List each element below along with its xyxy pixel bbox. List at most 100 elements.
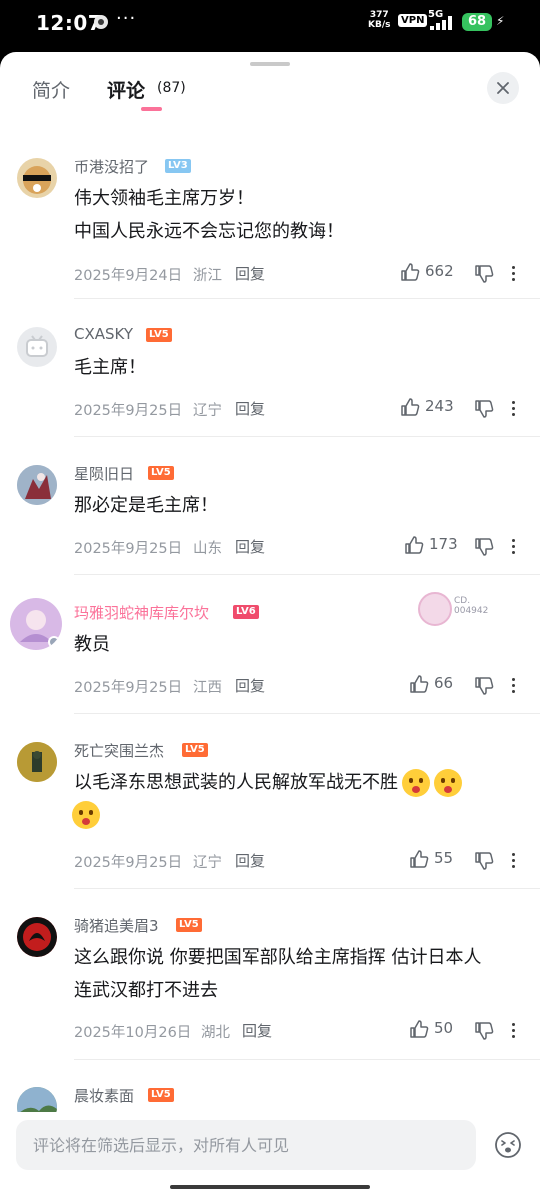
thumbs-down-icon (475, 677, 494, 695)
vpn-icon: VPN (398, 14, 428, 27)
comment-text-line: 以毛泽东思想武装的人民解放军战无不胜 (74, 766, 462, 799)
reply-button[interactable]: 回复 (235, 850, 265, 871)
more-button[interactable] (512, 539, 516, 557)
username[interactable]: 币港没招了 (74, 156, 149, 177)
status-time: 12:07 (36, 11, 103, 35)
comment-region: 江西 (193, 680, 222, 696)
thumbs-up-icon (405, 536, 424, 554)
shocked-emoji-icon (402, 769, 430, 797)
level-badge: LV5 (176, 918, 202, 932)
like-count: 50 (434, 1019, 454, 1037)
avatar[interactable] (17, 465, 57, 505)
reply-button[interactable]: 回复 (235, 675, 265, 696)
shocked-emoji-icon (72, 801, 100, 829)
fan-badge-text: CD. 004942 (454, 596, 489, 616)
comment-region: 湖北 (201, 1025, 230, 1041)
thumbs-down-icon (475, 265, 494, 283)
close-button[interactable] (487, 72, 519, 104)
tab-comments[interactable]: 评论 (107, 76, 145, 103)
comment-text-line: 这么跟你说 你要把国军部队给主席指挥 估计日本人 (74, 947, 482, 968)
thumbs-up-icon (401, 398, 420, 416)
comment-region: 浙江 (193, 268, 222, 284)
more-button[interactable] (512, 401, 516, 419)
reply-button[interactable]: 回复 (235, 398, 265, 419)
avatar[interactable] (17, 327, 57, 367)
username[interactable]: CXASKY (74, 325, 133, 343)
username[interactable]: 死亡突围兰杰 (74, 740, 164, 761)
emoji-button[interactable] (494, 1131, 522, 1159)
comment-region: 辽宁 (193, 403, 222, 419)
reply-button[interactable]: 回复 (235, 536, 265, 557)
comment-text-line: 伟大领袖毛主席万岁！ (74, 188, 254, 209)
like-count: 662 (425, 262, 454, 280)
comment-text-line (72, 798, 100, 831)
comment-text-line: 连武汉都打不进去 (74, 980, 218, 1001)
comment-text: 以毛泽东思想武装的人民解放军战无不胜 (74, 772, 398, 793)
home-indicator[interactable] (170, 1185, 370, 1189)
username[interactable]: 星陨旧日 (74, 463, 134, 484)
divider (74, 888, 540, 889)
comment-date: 2025年10月26日 (74, 1025, 192, 1041)
fan-badge-icon (418, 592, 452, 626)
dislike-button[interactable] (474, 264, 494, 288)
thumbs-down-icon (475, 852, 494, 870)
comments-sheet: 简介 评论 (87) 币港没招了 LV3 伟大领袖毛主席万岁！ 中国人民永远不会… (0, 52, 540, 1200)
more-button[interactable] (512, 266, 516, 284)
comment-date: 2025年9月24日 (74, 268, 183, 284)
more-icon (512, 1023, 515, 1026)
tab-active-indicator (141, 107, 162, 111)
dislike-button[interactable] (474, 1021, 494, 1045)
status-bar: 12:07 ··· 377 KB/s VPN 5G 68 ⚡ (0, 0, 540, 48)
level-badge: LV6 (233, 605, 259, 619)
comment-text-line: 中国人民永远不会忘记您的教诲！ (74, 221, 344, 242)
drag-handle[interactable] (250, 62, 290, 66)
comment-date: 2025年9月25日 (74, 541, 183, 557)
username[interactable]: 晨妆素面 (74, 1085, 134, 1106)
network-speed: 377 KB/s (368, 10, 390, 30)
divider (74, 574, 540, 575)
avatar[interactable] (17, 158, 57, 198)
comment-text-line: 教员 (74, 634, 110, 655)
level-badge: LV5 (146, 328, 172, 342)
app-notification-icon (94, 15, 108, 29)
divider (74, 298, 540, 299)
like-count: 173 (429, 535, 458, 553)
battery-icon: 68 (462, 13, 492, 31)
dislike-button[interactable] (474, 676, 494, 700)
divider (74, 1059, 540, 1060)
more-button[interactable] (512, 678, 516, 696)
comment-count: (87) (157, 80, 186, 96)
network-speed-unit: KB/s (368, 20, 391, 30)
thumbs-down-icon (475, 1022, 494, 1040)
more-button[interactable] (512, 1023, 516, 1041)
comment-date: 2025年9月25日 (74, 403, 183, 419)
divider (74, 713, 540, 714)
more-icon (512, 853, 515, 856)
reply-button[interactable]: 回复 (242, 1020, 272, 1041)
comment-date: 2025年9月25日 (74, 855, 183, 871)
divider (74, 436, 540, 437)
comment-input[interactable]: 评论将在筛选后显示，对所有人可见 (16, 1120, 476, 1170)
username[interactable]: 骑猪追美眉3 (74, 915, 159, 936)
comment-input-placeholder: 评论将在筛选后显示，对所有人可见 (33, 1136, 290, 1155)
thumbs-up-icon (410, 1020, 429, 1038)
tab-intro[interactable]: 简介 (32, 76, 70, 103)
more-icon (512, 539, 515, 542)
level-badge: LV5 (148, 466, 174, 480)
comment-date: 2025年9月25日 (74, 680, 183, 696)
close-icon (497, 82, 509, 94)
comment-text-line: 毛主席！ (74, 357, 146, 378)
avatar[interactable] (10, 598, 62, 650)
dislike-button[interactable] (474, 537, 494, 561)
username[interactable]: 玛雅羽蛇神库库尔坎 (74, 602, 209, 623)
more-button[interactable] (512, 853, 516, 871)
avatar[interactable] (17, 917, 57, 957)
reply-button[interactable]: 回复 (235, 263, 265, 284)
thumbs-down-icon (475, 400, 494, 418)
dislike-button[interactable] (474, 399, 494, 423)
like-count: 243 (425, 397, 454, 415)
thumbs-up-icon (410, 675, 429, 693)
dislike-button[interactable] (474, 851, 494, 875)
more-icon (512, 266, 515, 269)
avatar[interactable] (17, 742, 57, 782)
